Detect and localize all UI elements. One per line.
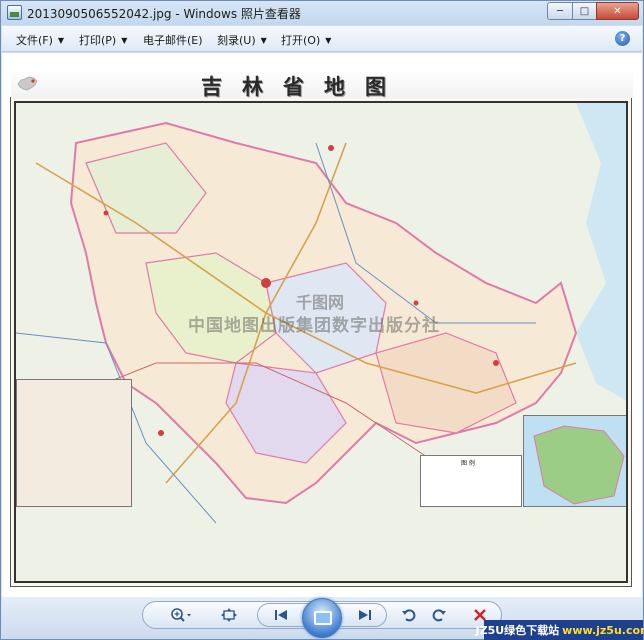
map-body: 千图网 中国地图出版集团数字出版分社 图 例 — [14, 101, 628, 583]
photo-viewer-window: 2013090506552042.jpg - Windows 照片查看器 ─ □… — [0, 0, 644, 640]
inset-map-right — [523, 415, 626, 507]
rotate-clockwise-icon[interactable] — [428, 604, 450, 626]
menu-burn-label: 刻录(U) — [217, 34, 256, 47]
chevron-down-icon: ▼ — [121, 36, 128, 45]
minimize-button[interactable]: ─ — [547, 2, 573, 20]
map-legend: 图 例 — [420, 455, 522, 507]
rotate-counterclockwise-icon[interactable] — [398, 604, 420, 626]
chevron-down-icon: ▼ — [325, 36, 332, 45]
chevron-down-icon: ▼ — [57, 36, 65, 45]
inset-map-left — [16, 379, 132, 507]
previous-icon[interactable] — [268, 604, 294, 626]
menu-email-label: 电子邮件(E) — [143, 34, 203, 47]
slideshow-button[interactable] — [302, 598, 342, 638]
maximize-button[interactable]: □ — [572, 2, 597, 20]
badge-url: www.jz5u.com — [562, 623, 644, 637]
legend-title: 图 例 — [461, 460, 475, 467]
inset-map-graphic — [533, 425, 625, 505]
actual-size-icon[interactable] — [217, 604, 241, 626]
menu-print-label: 打印(P) — [79, 34, 117, 47]
menu-bar: 文件(F) ▼ 打印(P) ▼ 电子邮件(E) 刻录(U) ▼ 打开(O) ▼ ? — [2, 26, 642, 52]
image-viewport[interactable]: 吉林省地图 千图网 中国地图出版集团数字出版分社 图 例 — [2, 53, 642, 597]
badge-brand: JZ5U绿色下载站 — [475, 624, 560, 637]
map-watermark-line1: 千图网 — [296, 293, 345, 312]
china-outline-icon — [17, 76, 38, 91]
menu-file-label: 文件(F) — [16, 34, 53, 47]
displayed-map-image: 吉林省地图 千图网 中国地图出版集团数字出版分社 图 例 — [10, 72, 633, 587]
help-icon[interactable]: ? — [615, 31, 630, 46]
title-bar[interactable]: 2013090506552042.jpg - Windows 照片查看器 ─ □… — [1, 1, 643, 25]
slideshow-icon — [314, 611, 332, 625]
next-icon[interactable] — [352, 604, 378, 626]
map-header: 吉林省地图 — [11, 72, 633, 99]
map-watermark-line2: 中国地图出版集团数字出版分社 — [188, 316, 440, 336]
map-graphic — [16, 103, 626, 581]
menu-print[interactable]: 打印(P) ▼ — [79, 32, 127, 48]
menu-open-label: 打开(O) — [281, 34, 321, 47]
photo-viewer-app-icon — [7, 5, 22, 20]
chevron-down-icon: ▼ — [260, 36, 267, 45]
zoom-icon[interactable] — [167, 604, 195, 626]
window-title: 2013090506552042.jpg - Windows 照片查看器 — [27, 7, 301, 21]
menu-file[interactable]: 文件(F) ▼ — [16, 32, 64, 48]
map-title: 吉林省地图 — [201, 74, 406, 99]
menu-open[interactable]: 打开(O) ▼ — [281, 32, 331, 48]
site-watermark-badge: JZ5U绿色下载站 www.jz5u.com — [476, 620, 644, 640]
close-button[interactable]: ✕ — [596, 2, 639, 20]
menu-burn[interactable]: 刻录(U) ▼ — [217, 32, 267, 48]
menu-email[interactable]: 电子邮件(E) — [143, 32, 203, 48]
